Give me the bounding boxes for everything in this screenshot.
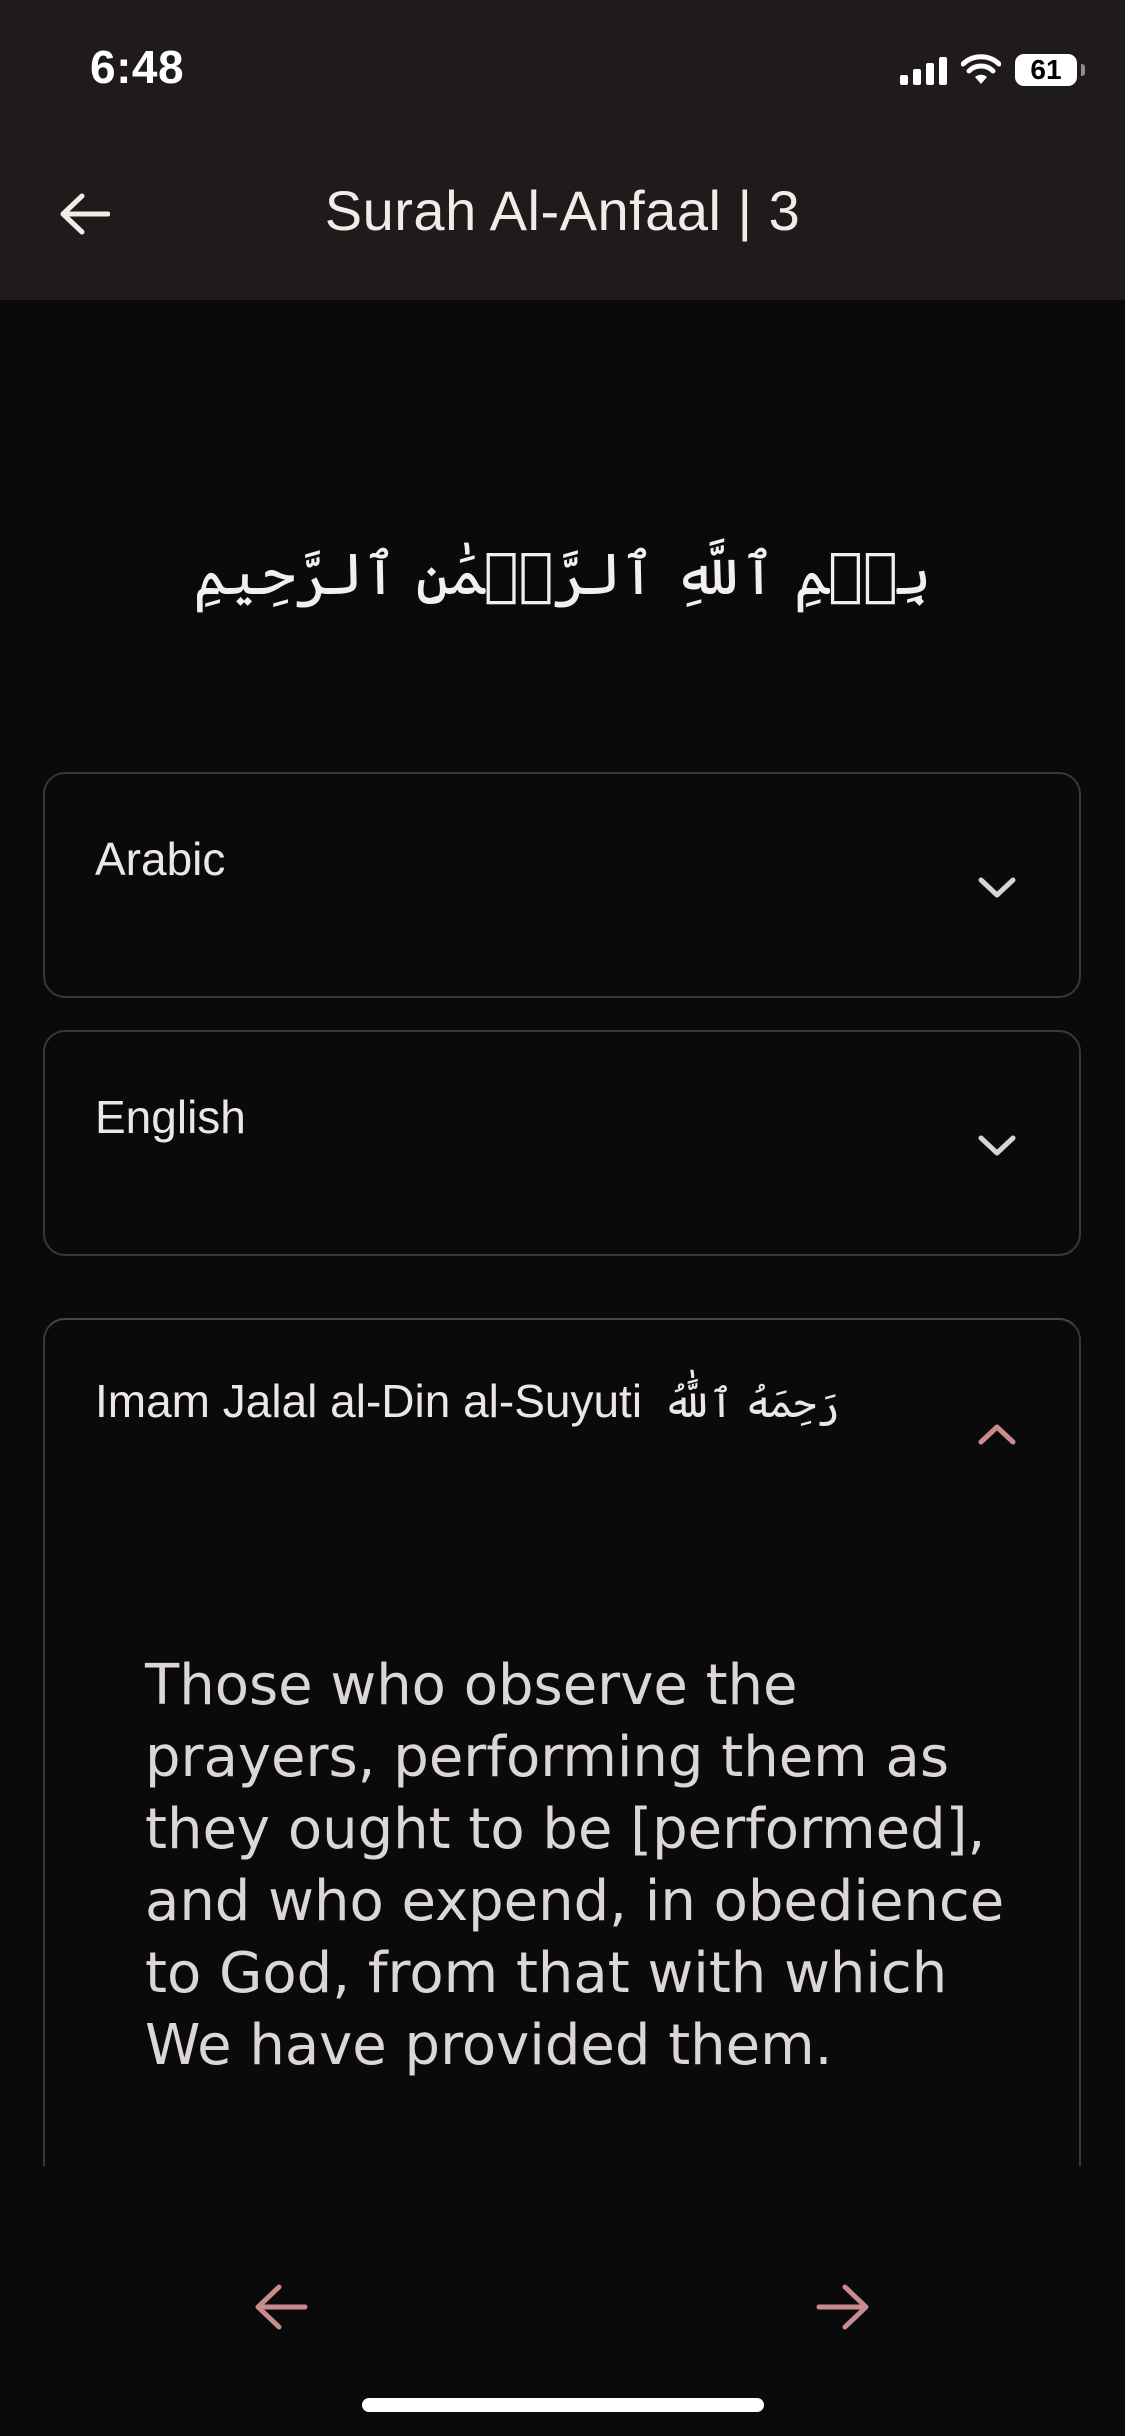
panel-tafsir-label: Imam Jalal al-Din al-Suyuti رَحِمَهُ ٱلل… xyxy=(95,1374,840,1428)
bottom-nav xyxy=(0,2166,1125,2436)
panel-tafsir-suyuti[interactable]: Imam Jalal al-Din al-Suyuti رَحِمَهُ ٱلل… xyxy=(43,1318,1081,2166)
battery-cap xyxy=(1081,64,1085,76)
tafsir-honorific: رَحِمَهُ ٱللَّٰهُ xyxy=(662,1381,840,1427)
previous-verse-button[interactable] xyxy=(248,2274,314,2340)
signal-icon xyxy=(900,55,947,85)
chevron-up-icon[interactable] xyxy=(975,1412,1019,1456)
battery-level: 61 xyxy=(1030,54,1062,85)
panel-arabic[interactable]: Arabic xyxy=(43,772,1081,998)
tafsir-author: Imam Jalal al-Din al-Suyuti xyxy=(95,1375,643,1427)
chevron-down-icon[interactable] xyxy=(975,866,1019,910)
arrow-right-icon xyxy=(816,2284,869,2330)
wifi-icon xyxy=(961,54,1001,84)
home-indicator[interactable] xyxy=(362,2398,764,2412)
tafsir-text: Those who observe the prayers, performin… xyxy=(145,1653,1005,2078)
content-scroll-area[interactable]: بِسۡمِ ٱللَّهِ ٱلرَّحۡمَٰنِ ٱلرَّحِيمِ A… xyxy=(0,300,1125,2166)
page-title: Surah Al-Anfaal | 3 xyxy=(324,179,801,242)
status-icons: 61 xyxy=(900,48,1085,92)
panel-english-label: English xyxy=(95,1091,246,1143)
next-verse-button[interactable] xyxy=(810,2274,876,2340)
app-header: 6:48 61 Surah Al-Anfaal | 3 xyxy=(0,0,1125,300)
chevron-down-icon[interactable] xyxy=(975,1124,1019,1168)
status-time: 6:48 xyxy=(90,41,185,93)
arrow-left-icon xyxy=(255,2284,308,2330)
bismillah-text: بِسۡمِ ٱللَّهِ ٱلرَّحۡمَٰنِ ٱلرَّحِيمِ xyxy=(193,540,932,608)
panel-english[interactable]: English xyxy=(43,1030,1081,1256)
panel-arabic-label: Arabic xyxy=(95,833,226,885)
battery-icon: 61 xyxy=(1015,54,1085,86)
